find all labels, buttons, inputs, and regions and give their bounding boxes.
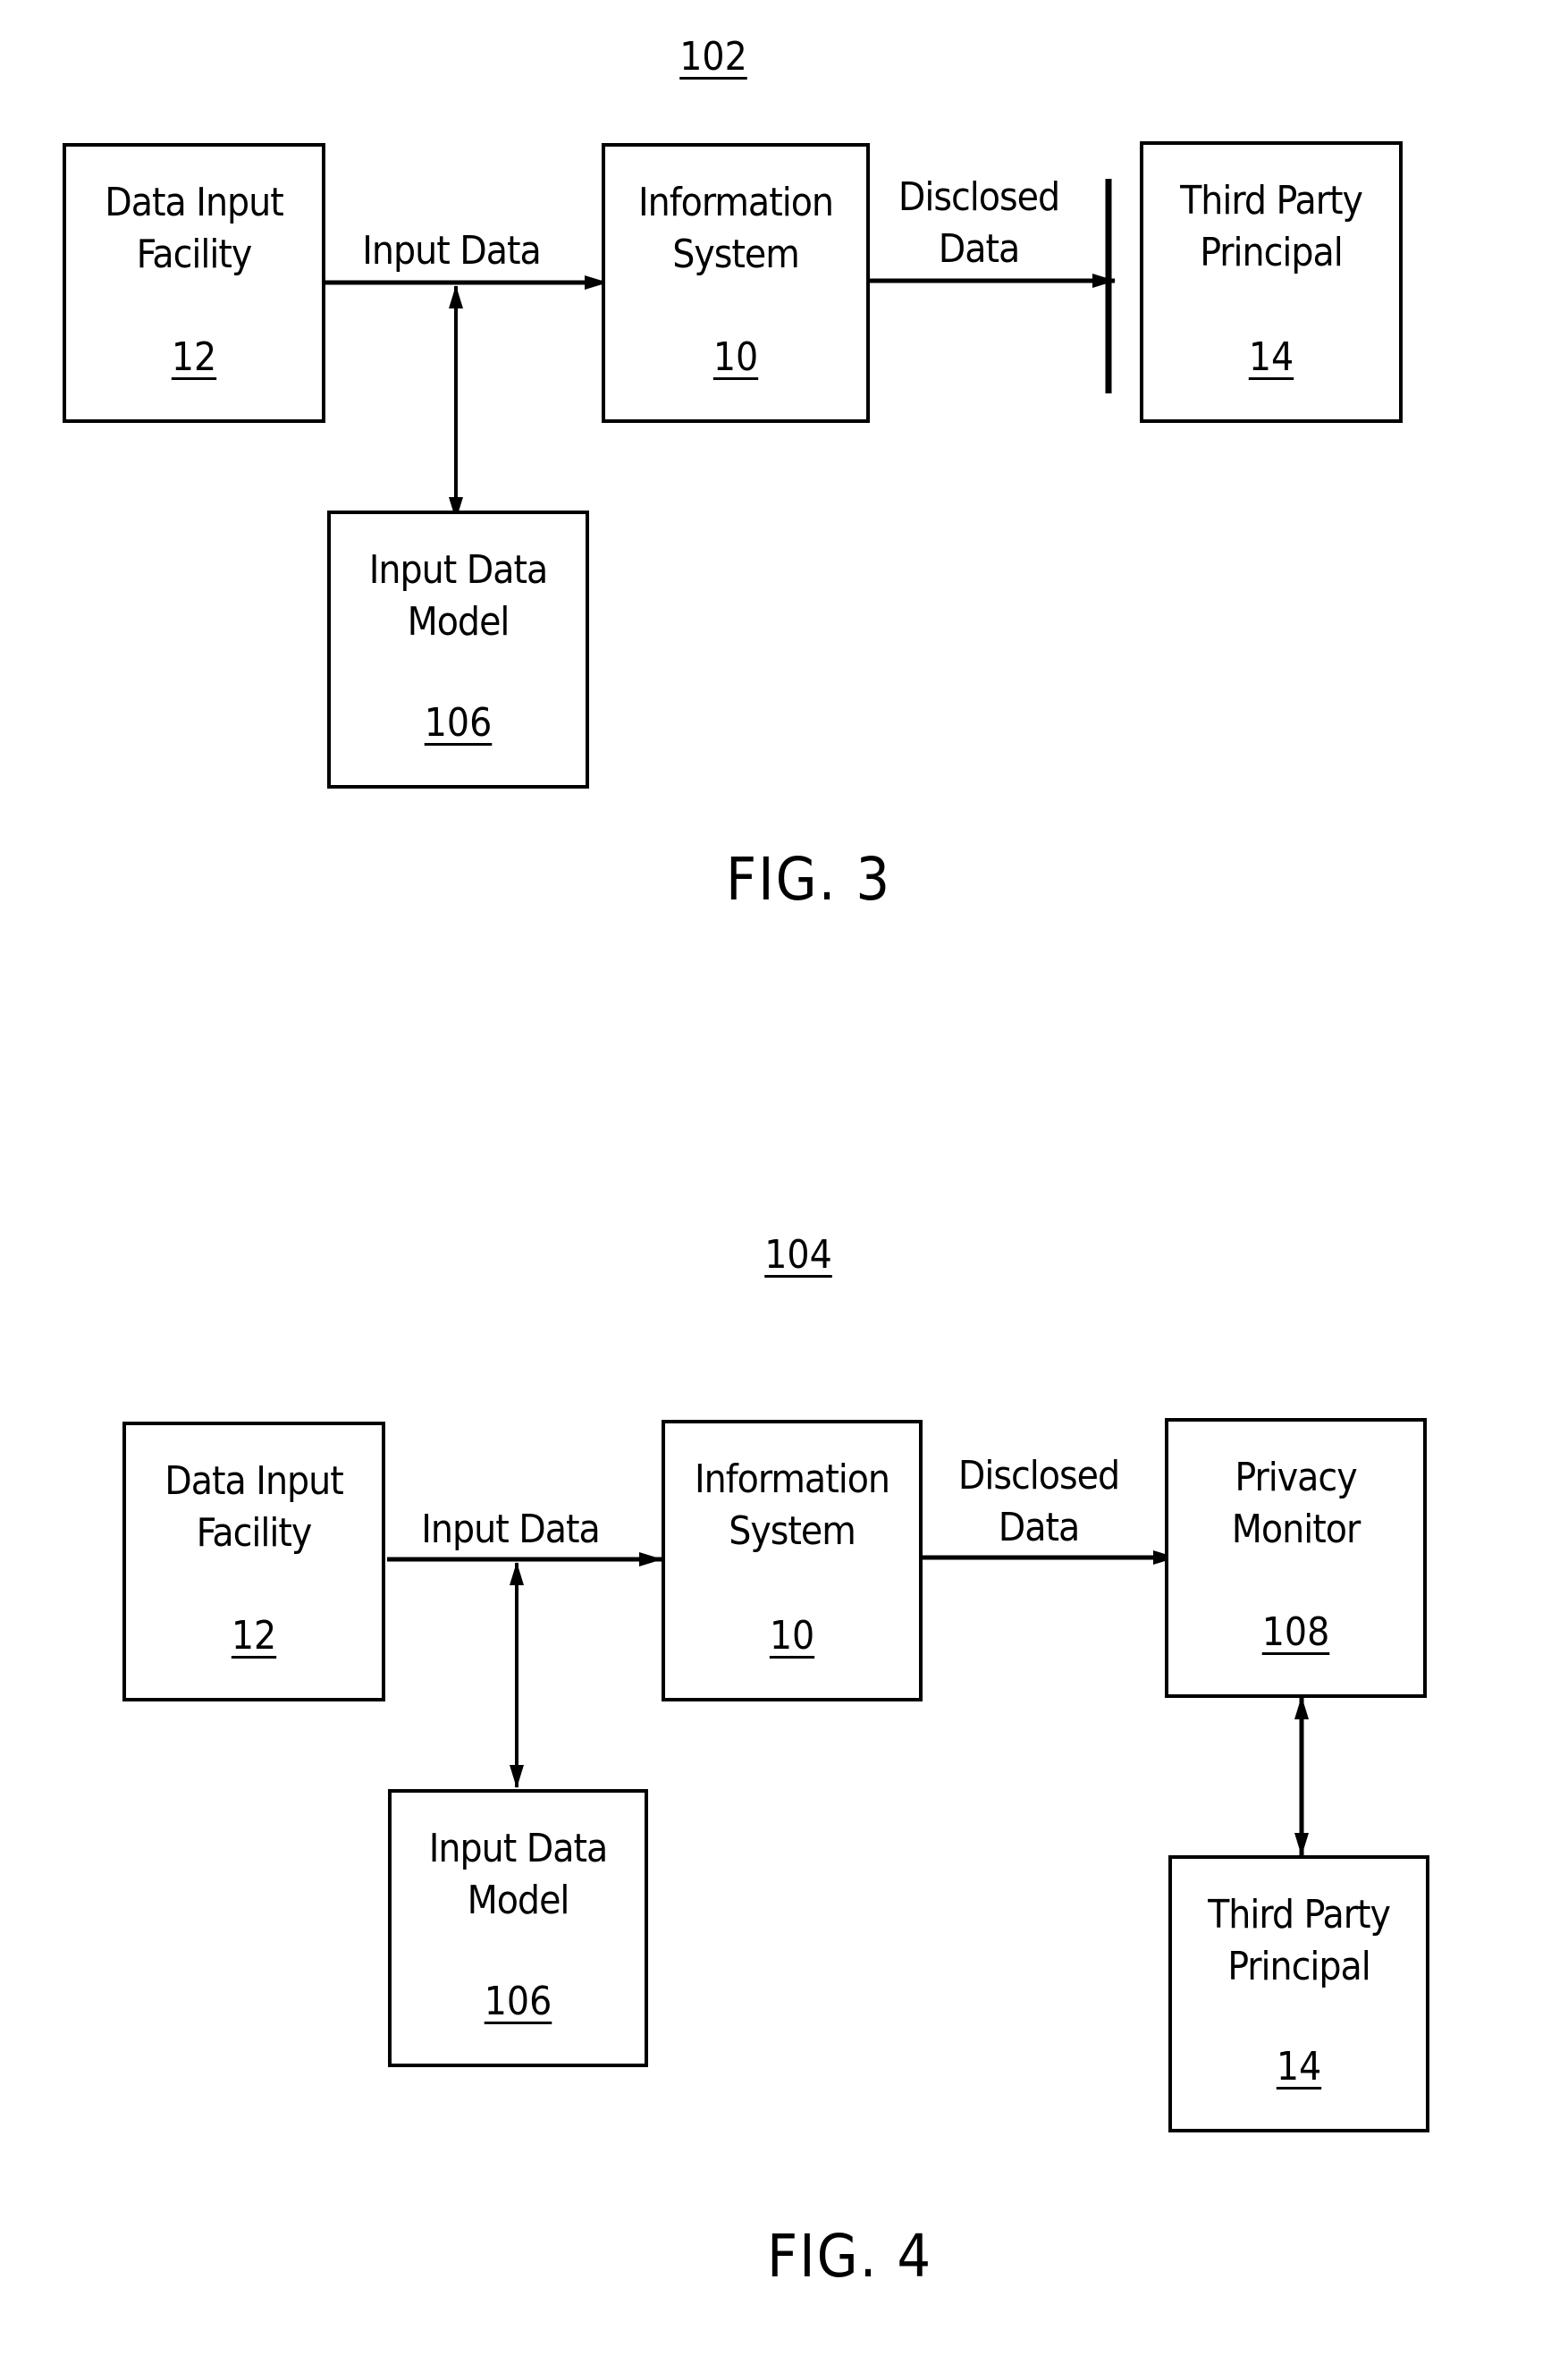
- box-title: Data Input Facility: [105, 180, 284, 277]
- fig4-reference-number: 104: [754, 1232, 843, 1278]
- fig4-data-input-facility-box: Data Input Facility 12: [122, 1422, 385, 1701]
- box-ref: 10: [712, 334, 759, 380]
- box-title: Privacy Monitor: [1231, 1455, 1361, 1552]
- box-title: Information System: [637, 180, 834, 277]
- fig4-disclosed-data-label: Disclosed Data: [957, 1453, 1120, 1550]
- box-ref: 10: [769, 1613, 815, 1659]
- box-ref: 106: [484, 1979, 552, 2024]
- fig4-privacy-monitor-box: Privacy Monitor 108: [1165, 1418, 1427, 1698]
- box-ref: 12: [231, 1613, 277, 1659]
- fig3-third-party-principal-box: Third Party Principal 14: [1140, 141, 1403, 423]
- fig4-ref-text: 104: [764, 1232, 832, 1278]
- box-title: Third Party Principal: [1208, 1892, 1391, 1989]
- fig3-disclosed-data-label: Disclosed Data: [898, 174, 1060, 272]
- box-title: Information System: [694, 1456, 890, 1554]
- box-ref: 12: [171, 334, 217, 380]
- fig3-data-input-facility-box: Data Input Facility 12: [63, 143, 325, 423]
- fig3-ref-text: 102: [679, 34, 747, 80]
- fig4-input-data-label: Input Data: [421, 1507, 601, 1552]
- box-title: Input Data Model: [368, 547, 549, 645]
- fig3-input-data-model-box: Input Data Model 106: [327, 511, 589, 789]
- box-ref: 106: [424, 700, 493, 746]
- fig4-input-data-model-box: Input Data Model 106: [388, 1789, 648, 2067]
- fig4-third-party-principal-box: Third Party Principal 14: [1168, 1855, 1429, 2132]
- box-ref: 14: [1276, 2044, 1322, 2090]
- box-ref: 14: [1248, 334, 1294, 380]
- fig3-information-system-box: Information System 10: [602, 143, 870, 423]
- box-title: Data Input Facility: [164, 1458, 344, 1556]
- box-title: Third Party Principal: [1180, 178, 1363, 275]
- fig4-information-system-box: Information System 10: [662, 1420, 923, 1701]
- fig4-caption: FIG. 4: [767, 2222, 933, 2291]
- fig3-caption: FIG. 3: [726, 845, 892, 914]
- box-title: Input Data Model: [428, 1826, 609, 1923]
- box-ref: 108: [1261, 1609, 1330, 1655]
- fig3-reference-number: 102: [669, 34, 758, 80]
- fig3-input-data-label: Input Data: [362, 228, 542, 274]
